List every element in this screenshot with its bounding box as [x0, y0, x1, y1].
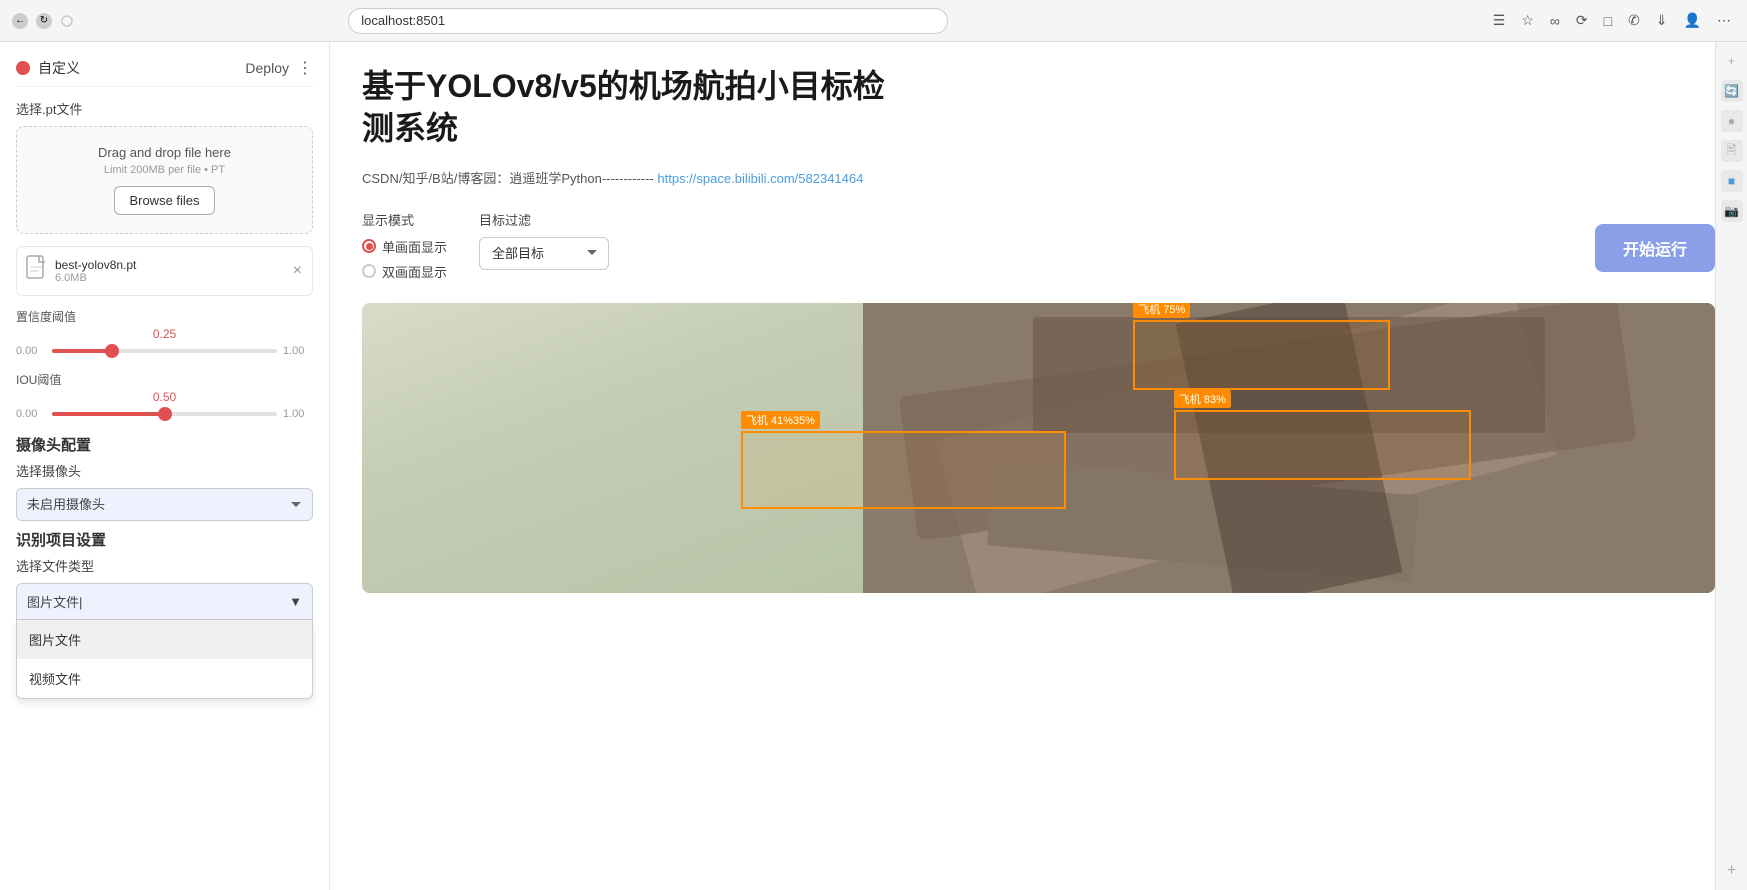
- browser-actions: ☰ ☆ ∞ ⟳ □ ✆ ⇓ 👤 ⋯: [1489, 10, 1735, 31]
- browser-chrome: ← ↻ localhost:8501 ☰ ☆ ∞ ⟳ □ ✆ ⇓ 👤 ⋯: [0, 0, 1747, 42]
- split-button[interactable]: □: [1600, 10, 1616, 31]
- status-dot: [16, 61, 30, 75]
- url-text: localhost:8501: [361, 13, 445, 28]
- drop-zone-subtitle: Limit 200MB per file • PT: [33, 164, 296, 176]
- page-title-line1: 基于YOLOv8/v5的机场航拍小目标检: [362, 68, 885, 104]
- display-mode-label: 显示模式: [362, 210, 447, 229]
- ext1-button[interactable]: ∞: [1546, 10, 1564, 31]
- confidence-slider-section: 置信度阈值 0.25 0.00 1.00: [16, 308, 313, 357]
- iou-min: 0.00: [16, 408, 46, 420]
- radio-single[interactable]: 单画面显示: [362, 237, 447, 256]
- radio-single-label: 单画面显示: [382, 237, 447, 256]
- left-panel: 自定义 Deploy ⋮ 选择.pt文件 Drag and drop file …: [0, 42, 330, 890]
- controls-row: 显示模式 单画面显示 双画面显示 目标过滤 全部目标: [362, 210, 1715, 287]
- extension-sidebar: + 🔄 ● 🖹 ■ 📷 +: [1715, 42, 1747, 890]
- filter-section: 目标过滤 全部目标: [479, 210, 609, 270]
- run-button[interactable]: 开始运行: [1595, 224, 1715, 272]
- detection-label-3: 飞机 83%: [1174, 390, 1231, 408]
- iou-label: IOU阈值: [16, 371, 313, 388]
- display-mode-section: 显示模式 单画面显示 双画面显示: [362, 210, 447, 287]
- recognition-section-heading: 识别项目设置: [16, 529, 313, 550]
- ext-icon-3[interactable]: ●: [1721, 110, 1743, 132]
- browse-files-button[interactable]: Browse files: [114, 186, 214, 215]
- camera-section-heading: 摄像头配置: [16, 434, 313, 455]
- aerial-image: 飞机 75% 飞机 41%35% 飞机 83%: [362, 303, 1715, 593]
- file-info: best-yolov8n.pt 6.0MB: [55, 258, 283, 284]
- detection-box-3: 飞机 83%: [1174, 410, 1472, 480]
- camera-select[interactable]: 未启用摄像头: [16, 488, 313, 521]
- filter-select[interactable]: 全部目标: [479, 237, 609, 270]
- description-text: CSDN/知乎/B站/博客园：逍遥班学Python------------: [362, 171, 654, 186]
- more-button[interactable]: ⋯: [1713, 10, 1735, 31]
- file-section-label: 选择.pt文件: [16, 99, 313, 118]
- page-title: 基于YOLOv8/v5的机场航拍小目标检 测系统: [362, 66, 1715, 149]
- panel-top-bar: 自定义 Deploy ⋮: [16, 58, 313, 87]
- detection-overlay: 飞机 75% 飞机 41%35% 飞机 83%: [362, 303, 1715, 593]
- confidence-slider-row: 0.00 1.00: [16, 345, 313, 357]
- app-container: 自定义 Deploy ⋮ 选择.pt文件 Drag and drop file …: [0, 42, 1747, 890]
- ext-icon-2[interactable]: 🔄: [1721, 80, 1743, 102]
- reader-mode-button[interactable]: ☰: [1489, 10, 1510, 31]
- drop-zone-title: Drag and drop file here: [33, 145, 296, 160]
- app-title-bar: 自定义: [16, 58, 80, 78]
- profile-button[interactable]: 👤: [1680, 10, 1705, 31]
- image-display-area: 飞机 75% 飞机 41%35% 飞机 83%: [362, 303, 1715, 593]
- file-type-value: 图片文件|: [27, 592, 82, 611]
- camera-select-label: 选择摄像头: [16, 461, 313, 480]
- file-type-option-video[interactable]: 视频文件: [17, 659, 312, 698]
- right-panel: 基于YOLOv8/v5的机场航拍小目标检 测系统 CSDN/知乎/B站/博客园：…: [330, 42, 1747, 890]
- ext-icon-6[interactable]: 📷: [1721, 200, 1743, 222]
- star-button[interactable]: ☆: [1517, 10, 1538, 31]
- downloads-button[interactable]: ⇓: [1652, 10, 1672, 31]
- file-remove-button[interactable]: ×: [291, 260, 304, 282]
- file-document-icon: [25, 255, 47, 287]
- ext-icon-1[interactable]: +: [1721, 50, 1743, 72]
- filter-label: 目标过滤: [479, 210, 609, 229]
- ext2-button[interactable]: ⟳: [1572, 10, 1592, 31]
- file-type-label: 选择文件类型: [16, 556, 313, 575]
- file-drop-zone[interactable]: Drag and drop file here Limit 200MB per …: [16, 126, 313, 234]
- iou-slider[interactable]: [52, 412, 277, 416]
- file-type-dropdown-trigger[interactable]: 图片文件| ▼: [16, 583, 313, 620]
- confidence-max: 1.00: [283, 345, 313, 357]
- radio-double[interactable]: 双画面显示: [362, 262, 447, 281]
- ext-add-icon[interactable]: +: [1721, 860, 1743, 882]
- detection-box-1: 飞机 75%: [1133, 320, 1390, 390]
- radio-single-dot: [366, 243, 373, 250]
- ext-icon-5[interactable]: ■: [1721, 170, 1743, 192]
- uploaded-file-item: best-yolov8n.pt 6.0MB ×: [16, 246, 313, 296]
- radio-single-circle: [362, 239, 376, 253]
- ext-icon-4[interactable]: 🖹: [1721, 140, 1743, 162]
- page-title-line2: 测系统: [362, 110, 458, 146]
- iou-value: 0.50: [16, 390, 313, 404]
- radio-double-circle: [362, 264, 376, 278]
- detection-box-2: 飞机 41%35%: [741, 431, 1066, 509]
- confidence-label: 置信度阈值: [16, 308, 313, 325]
- file-type-dropdown-menu: 图片文件 视频文件: [16, 620, 313, 699]
- panel-menu-button[interactable]: ⋮: [297, 58, 313, 78]
- url-bar[interactable]: localhost:8501: [348, 8, 948, 34]
- bilibili-link[interactable]: https://space.bilibili.com/582341464: [657, 171, 863, 186]
- radio-double-label: 双画面显示: [382, 262, 447, 281]
- description-row: CSDN/知乎/B站/博客园：逍遥班学Python------------ ht…: [362, 169, 1715, 190]
- detection-label-2: 飞机 41%35%: [741, 411, 820, 429]
- confidence-slider[interactable]: [52, 349, 277, 353]
- confidence-value: 0.25: [16, 327, 313, 341]
- file-type-option-image[interactable]: 图片文件: [17, 620, 312, 659]
- deploy-button[interactable]: Deploy: [245, 58, 289, 78]
- detection-label-1: 飞机 75%: [1133, 303, 1190, 318]
- iou-slider-section: IOU阈值 0.50 0.00 1.00: [16, 371, 313, 420]
- file-name: best-yolov8n.pt: [55, 258, 283, 272]
- file-size: 6.0MB: [55, 272, 283, 284]
- back-button[interactable]: ←: [12, 13, 28, 29]
- refresh-button[interactable]: ↻: [36, 13, 52, 29]
- dropdown-arrow-icon: ▼: [289, 594, 302, 609]
- iou-slider-row: 0.00 1.00: [16, 408, 313, 420]
- file-type-dropdown: 图片文件| ▼ 图片文件 视频文件: [16, 583, 313, 620]
- iou-max: 1.00: [283, 408, 313, 420]
- app-name: 自定义: [38, 58, 80, 78]
- bookmark-button[interactable]: ✆: [1624, 10, 1644, 31]
- confidence-min: 0.00: [16, 345, 46, 357]
